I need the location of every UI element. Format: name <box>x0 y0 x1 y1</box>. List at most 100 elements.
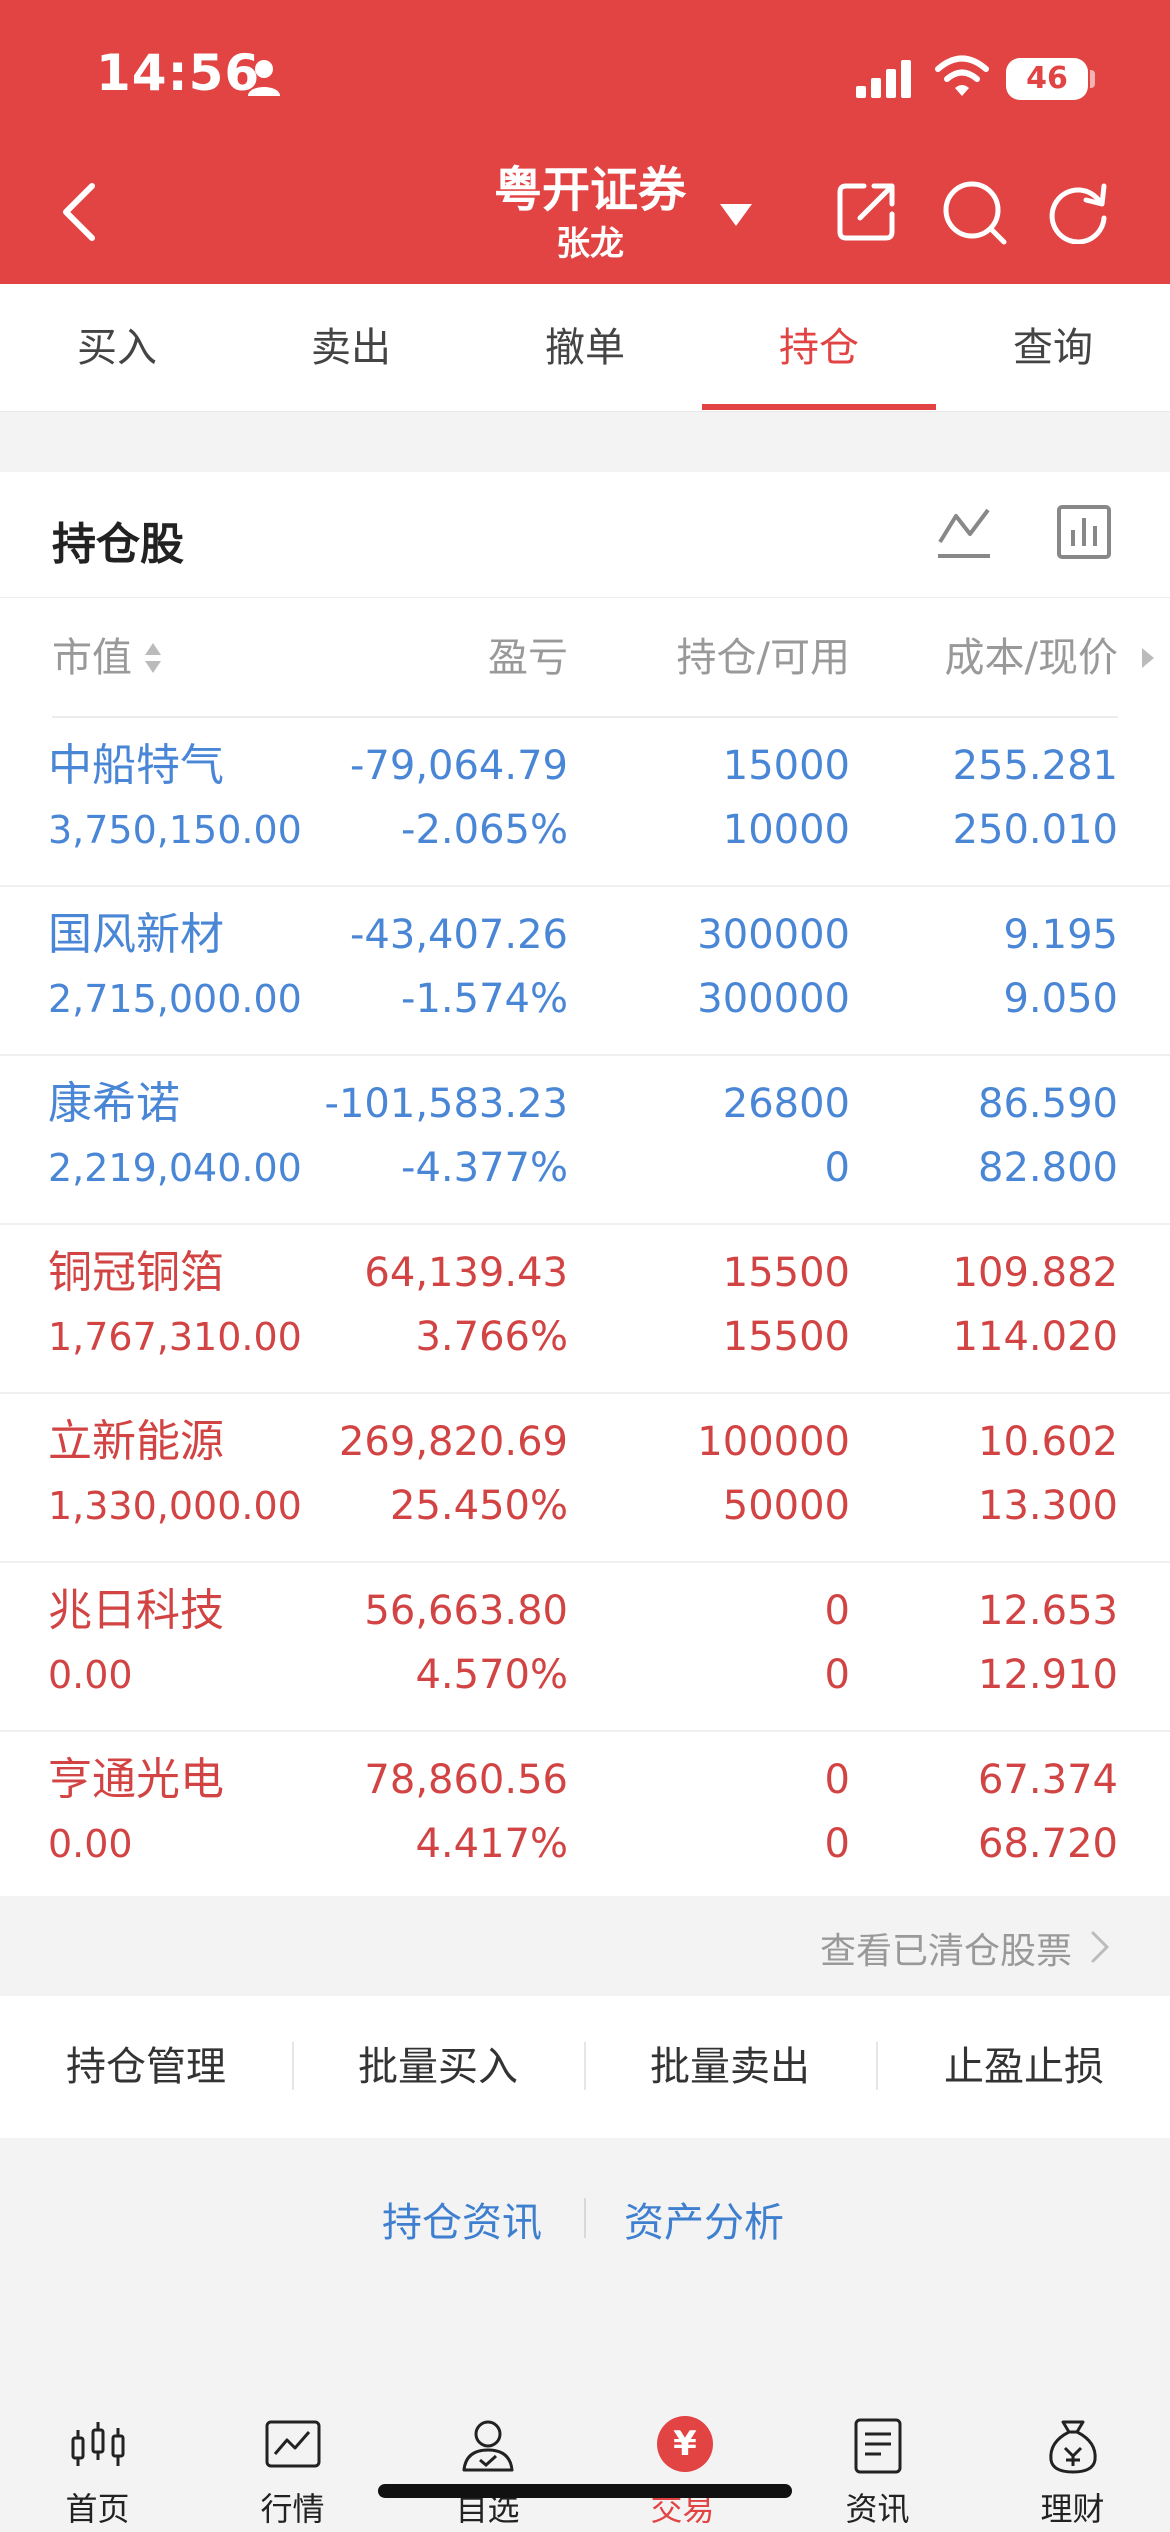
app-header: 14:56 46 粤开证券 张龙 <box>0 0 1170 284</box>
view-cleared-label: 查看已清仓股票 <box>819 1931 1072 1972</box>
tab-query[interactable]: 查询 <box>936 284 1170 412</box>
search-icon[interactable] <box>940 178 1008 246</box>
available-qty: 0 <box>824 1145 850 1191</box>
sort-icon[interactable] <box>142 638 164 678</box>
bottom-nav: 首页 行情 自选 ¥ 交易 资讯 理财 <box>0 2376 1170 2532</box>
profit-loss-pct: 25.450% <box>390 1483 568 1529</box>
position-qty: 15500 <box>722 1250 850 1296</box>
available-qty: 0 <box>824 1821 850 1867</box>
nav-trade[interactable]: ¥ 交易 <box>585 2376 780 2532</box>
position-qty: 100000 <box>697 1419 850 1465</box>
asset-analysis-link[interactable]: 资产分析 <box>624 2190 784 2248</box>
profit-loss: -79,064.79 <box>349 743 568 789</box>
stock-name: 国风新材 <box>48 909 224 960</box>
bar-chart-icon[interactable] <box>1056 504 1112 560</box>
home-indicator[interactable] <box>378 2484 792 2498</box>
available-qty: 300000 <box>697 976 850 1022</box>
cost-price: 9.195 <box>1003 912 1118 958</box>
status-time: 14:56 <box>96 44 261 102</box>
batch-sell-button[interactable]: 批量卖出 <box>584 1996 876 2138</box>
col-cost-price: 成本/现价 <box>944 635 1118 681</box>
table-row[interactable]: 铜冠铜箔 1,767,310.00 64,139.43 3.766% 15500… <box>0 1225 1170 1394</box>
market-chart-icon <box>265 2420 321 2468</box>
nav-label: 资讯 <box>845 2490 910 2528</box>
trade-yuan-icon: ¥ <box>657 2416 713 2472</box>
batch-buy-button[interactable]: 批量买入 <box>292 1996 584 2138</box>
trend-line-icon[interactable] <box>934 502 994 562</box>
back-arrow-icon[interactable] <box>56 180 104 244</box>
current-price: 114.020 <box>952 1314 1118 1360</box>
stock-name: 铜冠铜箔 <box>48 1247 224 1298</box>
market-value: 0.00 <box>48 1822 133 1866</box>
active-tab-indicator <box>702 404 936 410</box>
tab-sell[interactable]: 卖出 <box>234 284 468 412</box>
tab-buy[interactable]: 买入 <box>0 284 234 412</box>
tab-cancel[interactable]: 撤单 <box>468 284 702 412</box>
profit-loss: -101,583.23 <box>324 1081 568 1127</box>
caret-right-icon[interactable] <box>1140 646 1156 670</box>
nav-label: 首页 <box>65 2490 130 2528</box>
market-value: 2,715,000.00 <box>48 977 302 1021</box>
news-document-icon <box>854 2418 902 2474</box>
battery-level: 46 <box>1006 58 1088 100</box>
position-qty: 0 <box>824 1757 850 1803</box>
position-qty: 0 <box>824 1588 850 1634</box>
table-row[interactable]: 康希诺 2,219,040.00 -101,583.23 -4.377% 268… <box>0 1056 1170 1225</box>
profit-loss: 56,663.80 <box>364 1588 568 1634</box>
page-title: 粤开证券 <box>493 162 686 218</box>
table-row[interactable]: 兆日科技 0.00 56,663.80 4.570% 0 0 12.653 12… <box>0 1563 1170 1732</box>
home-candlestick-icon <box>71 2422 125 2466</box>
available-qty: 0 <box>824 1652 850 1698</box>
cost-price: 255.281 <box>952 743 1118 789</box>
market-value: 1,767,310.00 <box>48 1315 302 1359</box>
person-icon <box>248 60 280 96</box>
nav-label: 理财 <box>1040 2490 1105 2528</box>
nav-wealth[interactable]: 理财 <box>975 2376 1170 2532</box>
tab-holdings[interactable]: 持仓 <box>702 284 936 412</box>
stock-name: 亨通光电 <box>48 1754 224 1805</box>
cost-price: 109.882 <box>952 1250 1118 1296</box>
available-qty: 50000 <box>722 1483 850 1529</box>
profit-loss: -43,407.26 <box>349 912 568 958</box>
nav-market[interactable]: 行情 <box>195 2376 390 2532</box>
nav-label: 行情 <box>260 2490 325 2528</box>
wifi-icon <box>935 55 989 96</box>
stock-name: 兆日科技 <box>48 1585 224 1636</box>
cost-price: 10.602 <box>978 1419 1118 1465</box>
account-name: 张龙 <box>556 224 624 264</box>
holdings-header: 持仓股 <box>0 472 1170 598</box>
table-row[interactable]: 中船特气 3,750,150.00 -79,064.79 -2.065% 150… <box>0 718 1170 887</box>
available-qty: 10000 <box>722 807 850 853</box>
position-management-button[interactable]: 持仓管理 <box>0 1996 292 2138</box>
profit-loss-pct: -2.065% <box>401 807 568 853</box>
table-row[interactable]: 亨通光电 0.00 78,860.56 4.417% 0 0 67.374 68… <box>0 1732 1170 1901</box>
nav-news[interactable]: 资讯 <box>780 2376 975 2532</box>
nav-watchlist[interactable]: 自选 <box>390 2376 585 2532</box>
table-row[interactable]: 国风新材 2,715,000.00 -43,407.26 -1.574% 300… <box>0 887 1170 1056</box>
profit-loss-pct: -4.377% <box>401 1145 568 1191</box>
current-price: 82.800 <box>978 1145 1118 1191</box>
share-external-icon[interactable] <box>836 180 898 242</box>
position-qty: 15000 <box>722 743 850 789</box>
holdings-news-link[interactable]: 持仓资讯 <box>382 2190 542 2248</box>
profit-loss-pct: 4.570% <box>415 1652 568 1698</box>
profit-loss-pct: 3.766% <box>415 1314 568 1360</box>
position-qty: 26800 <box>722 1081 850 1127</box>
view-cleared-link[interactable]: 查看已清仓股票 <box>0 1896 1170 1996</box>
holdings-actions: 持仓管理 批量买入 批量卖出 止盈止损 <box>0 1996 1170 2138</box>
broker-switcher[interactable]: 粤开证券 张龙 <box>430 158 750 266</box>
profit-loss: 64,139.43 <box>364 1250 568 1296</box>
cost-price: 12.653 <box>978 1588 1118 1634</box>
caret-down-icon[interactable] <box>716 200 756 228</box>
col-market-value[interactable]: 市值 <box>52 598 132 718</box>
table-row[interactable]: 立新能源 1,330,000.00 269,820.69 25.450% 100… <box>0 1394 1170 1563</box>
current-price: 9.050 <box>1003 976 1118 1022</box>
status-bar: 14:56 46 <box>0 0 1170 150</box>
stop-profit-loss-button[interactable]: 止盈止损 <box>878 1996 1170 2138</box>
nav-home[interactable]: 首页 <box>0 2376 195 2532</box>
holdings-links: 持仓资讯 资产分析 <box>0 2138 1170 2298</box>
refresh-icon[interactable] <box>1046 180 1110 244</box>
watchlist-user-icon <box>462 2420 514 2472</box>
cellular-signal-icon <box>856 60 911 98</box>
profit-loss-pct: -1.574% <box>401 976 568 1022</box>
